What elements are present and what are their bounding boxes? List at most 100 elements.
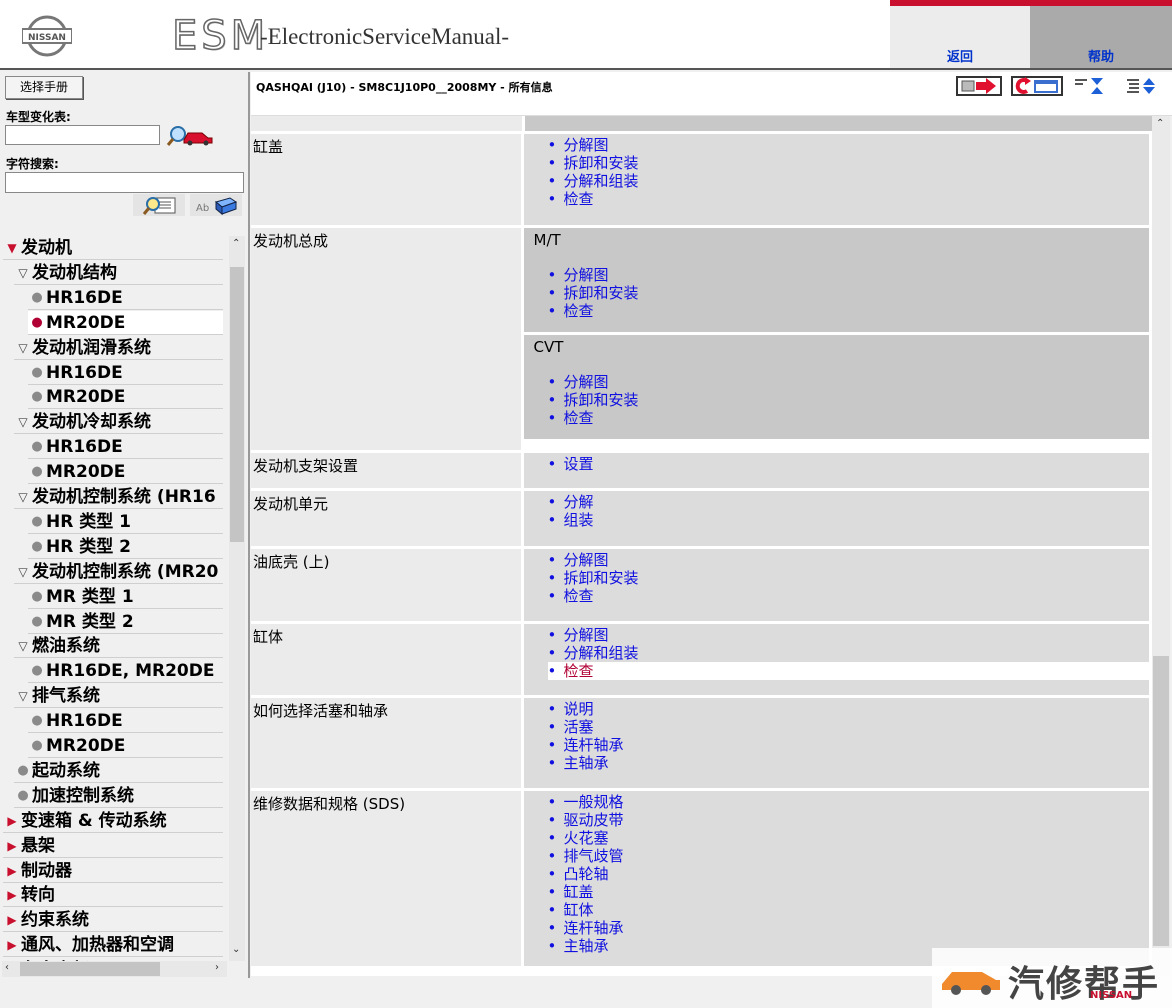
scroll-down-arrow-icon[interactable]: ⌄ <box>232 944 240 955</box>
help-button[interactable]: 帮助 <box>1030 0 1172 68</box>
section-link[interactable]: 连杆轴承 <box>548 736 1150 754</box>
model-label: 车型变化表: <box>6 110 71 124</box>
tree-item[interactable]: ▽ 发动机控制系统 (HR16 <box>14 485 223 509</box>
tree-item-label: 发动机控制系统 (HR16 <box>32 487 216 507</box>
section-link[interactable]: 火花塞 <box>548 829 1150 847</box>
tree-item[interactable]: ● MR20DE <box>28 310 223 335</box>
section-link[interactable]: 检查 <box>548 190 1150 208</box>
table-row: 缸盖分解图拆卸和安装分解和组装检查 <box>251 134 1152 228</box>
tree-item[interactable]: ▽ 排气系统 <box>14 684 223 709</box>
text-search-icon[interactable] <box>133 194 185 216</box>
tree-item[interactable]: ● HR 类型 1 <box>28 510 223 534</box>
select-manual-button[interactable]: 选择手册 <box>5 76 83 99</box>
text-search-input[interactable] <box>5 172 244 193</box>
tree-item[interactable]: ● HR16DE <box>28 361 223 385</box>
section-link[interactable]: 主轴承 <box>548 754 1150 772</box>
section-category: 发动机单元 <box>251 489 524 549</box>
tree-item[interactable]: ▶ 通风、加热器和空调 <box>3 933 223 958</box>
next-page-icon[interactable] <box>956 76 1002 96</box>
scroll-right-arrow-icon[interactable]: › <box>215 962 219 973</box>
section-link[interactable]: 分解图 <box>548 136 1150 154</box>
section-link[interactable]: 凸轮轴 <box>548 865 1150 883</box>
section-link[interactable]: 组装 <box>548 511 1150 529</box>
section-link[interactable]: 拆卸和安装 <box>548 154 1150 172</box>
tree-item[interactable]: ▽ 发动机结构 <box>14 261 223 285</box>
model-input[interactable] <box>5 125 160 145</box>
tree-item[interactable]: ● HR16DE <box>28 709 223 734</box>
section-link[interactable]: 分解和组装 <box>548 172 1150 190</box>
tree-item[interactable]: ● 起动系统 <box>14 759 223 783</box>
tree-item[interactable]: ● MR20DE <box>28 385 223 410</box>
tree-item[interactable]: ● HR16DE <box>28 435 223 460</box>
content-pane: 缸盖分解图拆卸和安装分解和组装检查发动机总成M/T分解图拆卸和安装检查CVT分解… <box>251 116 1152 976</box>
back-button[interactable]: 返回 <box>890 0 1030 68</box>
tree-item[interactable]: ● MR 类型 1 <box>28 585 223 609</box>
section-link[interactable]: 分解 <box>548 493 1150 511</box>
section-link[interactable]: 分解图 <box>548 373 1150 391</box>
collapse-all-icon[interactable] <box>1073 76 1107 96</box>
triangle-right-red-icon: ▶ <box>7 863 17 878</box>
scroll-up-arrow-icon[interactable]: ⌃ <box>232 238 240 249</box>
manual-tree: ▼ 发动机 ▽ 发动机结构 ● HR16DE ● MR20DE ▽ 发动机润滑系统 ● HR16DE ●… <box>0 236 228 961</box>
tree-item[interactable]: ● 加速控制系统 <box>14 784 223 808</box>
tree-item[interactable]: ▽ 发动机冷却系统 <box>14 410 223 435</box>
expand-all-icon[interactable] <box>1125 76 1159 96</box>
link-list: 分解图拆卸和安装检查 <box>524 252 1150 332</box>
section-link[interactable]: 设置 <box>548 455 1150 473</box>
section-link[interactable]: 检查 <box>547 661 1149 680</box>
tree-item[interactable]: ● HR16DE <box>28 286 223 310</box>
tree-item[interactable]: ▶ 变速箱 & 传动系统 <box>3 809 223 833</box>
section-link[interactable]: 检查 <box>548 302 1150 320</box>
variant-block: M/T 分解图拆卸和安装检查 <box>523 227 1150 335</box>
section-link[interactable]: 分解图 <box>548 266 1150 284</box>
sidebar-horizontal-scroll-thumb[interactable] <box>20 962 160 976</box>
tree-item-label: 加速控制系统 <box>32 785 134 806</box>
tree-item[interactable]: ▼ 发动机 <box>3 236 223 260</box>
scroll-left-arrow-icon[interactable]: ‹ <box>5 962 9 973</box>
tree-item[interactable]: ▽ 发动机控制系统 (MR20 <box>14 560 223 584</box>
esm-mark: ESM <box>171 12 270 60</box>
section-link[interactable]: 排气歧管 <box>548 847 1150 865</box>
section-links-cell: 分解组装 <box>522 489 1152 549</box>
section-link[interactable]: 检查 <box>548 409 1150 427</box>
section-link[interactable]: 拆卸和安装 <box>548 284 1150 302</box>
content-scroll-up-arrow-icon[interactable]: ⌃ <box>1156 118 1164 129</box>
car-search-icon[interactable] <box>166 124 214 146</box>
tree-item-label: 排气系统 <box>32 686 100 707</box>
section-link[interactable]: 说明 <box>548 700 1150 718</box>
section-link[interactable]: 连杆轴承 <box>548 919 1150 937</box>
section-link[interactable]: 活塞 <box>548 718 1150 736</box>
tree-item[interactable]: ● HR16DE, MR20DE <box>28 659 223 684</box>
tree-item[interactable]: ▶ 转向 <box>3 883 223 908</box>
section-link[interactable]: 驱动皮带 <box>548 811 1150 829</box>
bullet-dot-selected-icon: ● <box>31 314 43 330</box>
tree-item[interactable]: ▽ 发动机润滑系统 <box>14 336 223 360</box>
tree-item-label: 发动机结构 <box>32 262 117 283</box>
history-back-icon[interactable] <box>1011 76 1063 96</box>
section-link[interactable]: 检查 <box>548 587 1150 605</box>
section-link[interactable]: 分解和组装 <box>548 644 1150 662</box>
section-link[interactable]: 分解图 <box>548 626 1150 644</box>
tree-item[interactable]: ▽ 燃油系统 <box>14 634 223 659</box>
section-link[interactable]: 拆卸和安装 <box>548 391 1150 409</box>
section-link[interactable]: 一般规格 <box>548 793 1150 811</box>
sidebar: 选择手册 车型变化表: 字符搜索: Ab ▼ 发动机 ▽ 发动机结构 ● HR16DE ● M… <box>0 72 250 978</box>
section-link[interactable]: 拆卸和安装 <box>548 569 1150 587</box>
tree-item-label: MR20DE <box>46 736 126 756</box>
link-list: 设置 <box>524 453 1150 481</box>
tree-item[interactable]: ● MR20DE <box>28 460 223 485</box>
tree-item[interactable]: ● MR 类型 2 <box>28 610 223 634</box>
triangle-right-red-icon: ▶ <box>7 938 17 953</box>
text-highlight-icon[interactable]: Ab <box>190 194 242 216</box>
section-link[interactable]: 分解图 <box>548 551 1150 569</box>
tree-item[interactable]: ● HR 类型 2 <box>28 535 223 559</box>
section-link[interactable]: 缸体 <box>548 901 1150 919</box>
sidebar-vertical-scroll-thumb[interactable] <box>230 267 244 542</box>
tree-item[interactable]: ● MR20DE <box>28 734 223 758</box>
tree-item[interactable]: ▶ 制动器 <box>3 859 223 883</box>
tree-item[interactable]: ▶ 悬架 <box>3 834 223 858</box>
section-link[interactable]: 缸盖 <box>548 883 1150 901</box>
tree-item-label: 变速箱 & 传动系统 <box>21 810 167 831</box>
content-vertical-scroll-thumb[interactable] <box>1153 656 1169 946</box>
tree-item[interactable]: ▶ 约束系统 <box>3 908 223 933</box>
